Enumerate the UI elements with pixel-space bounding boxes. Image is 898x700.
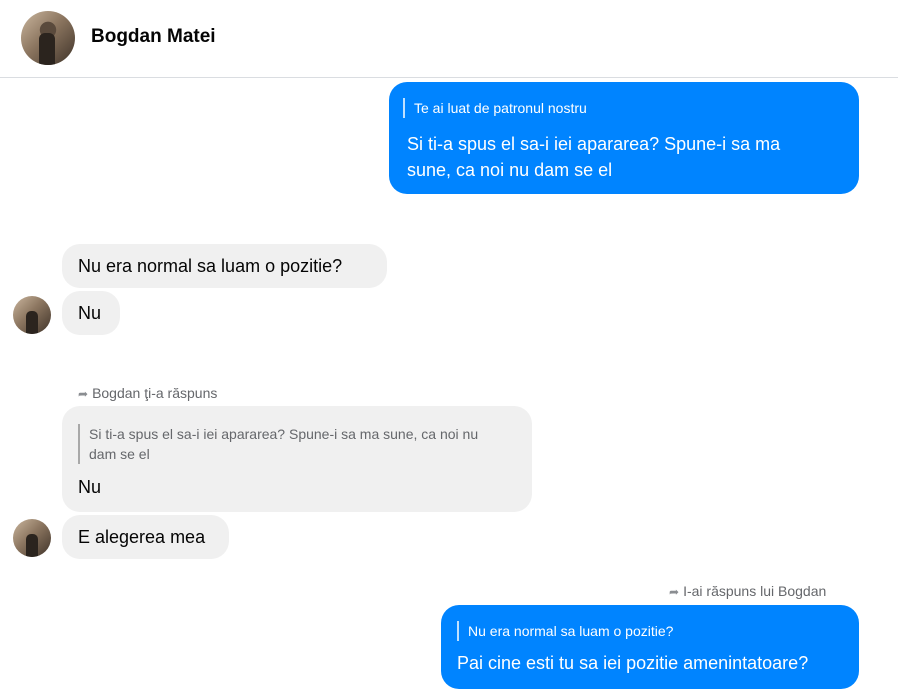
reply-arrow-icon: ➦ xyxy=(78,387,89,401)
sender-avatar[interactable] xyxy=(13,296,51,334)
reply-note-text: Bogdan ţi-a răspuns xyxy=(92,385,218,401)
reply-note: ➦ I-ai răspuns lui Bogdan xyxy=(669,582,826,601)
contact-name[interactable]: Bogdan Matei xyxy=(91,26,216,48)
message-bubble-incoming[interactable]: Nu era normal sa luam o pozitie? xyxy=(62,244,387,288)
message-text: Si ti-a spus el sa-i iei apararea? Spune… xyxy=(407,134,781,180)
reply-note: ➦ Bogdan ţi-a răspuns xyxy=(78,384,217,403)
reply-note-text: I-ai răspuns lui Bogdan xyxy=(683,583,827,599)
message-text: Nu era normal sa luam o pozitie? xyxy=(78,256,343,276)
message-bubble-incoming[interactable]: E alegerea mea xyxy=(62,515,229,559)
message-text: E alegerea mea xyxy=(78,527,206,547)
reply-arrow-icon: ➦ xyxy=(669,585,680,599)
message-text: Nu xyxy=(78,477,102,497)
chat-header: Bogdan Matei xyxy=(0,0,898,78)
quoted-text: Si ti-a spus el sa-i iei apararea? Spune… xyxy=(78,424,488,464)
quoted-text: Nu era normal sa luam o pozitie? xyxy=(457,621,843,641)
contact-avatar[interactable] xyxy=(21,11,75,65)
sender-avatar[interactable] xyxy=(13,519,51,557)
message-bubble-incoming[interactable]: Si ti-a spus el sa-i iei apararea? Spune… xyxy=(62,406,532,512)
message-bubble-incoming[interactable]: Nu xyxy=(62,291,120,335)
message-text: Nu xyxy=(78,303,102,323)
message-bubble-outgoing[interactable]: Te ai luat de patronul nostru Si ti-a sp… xyxy=(389,82,859,194)
message-text: Pai cine esti tu sa iei pozitie ameninta… xyxy=(457,653,809,673)
message-bubble-outgoing[interactable]: Nu era normal sa luam o pozitie? Pai cin… xyxy=(441,605,859,689)
quoted-text: Te ai luat de patronul nostru xyxy=(403,98,841,118)
